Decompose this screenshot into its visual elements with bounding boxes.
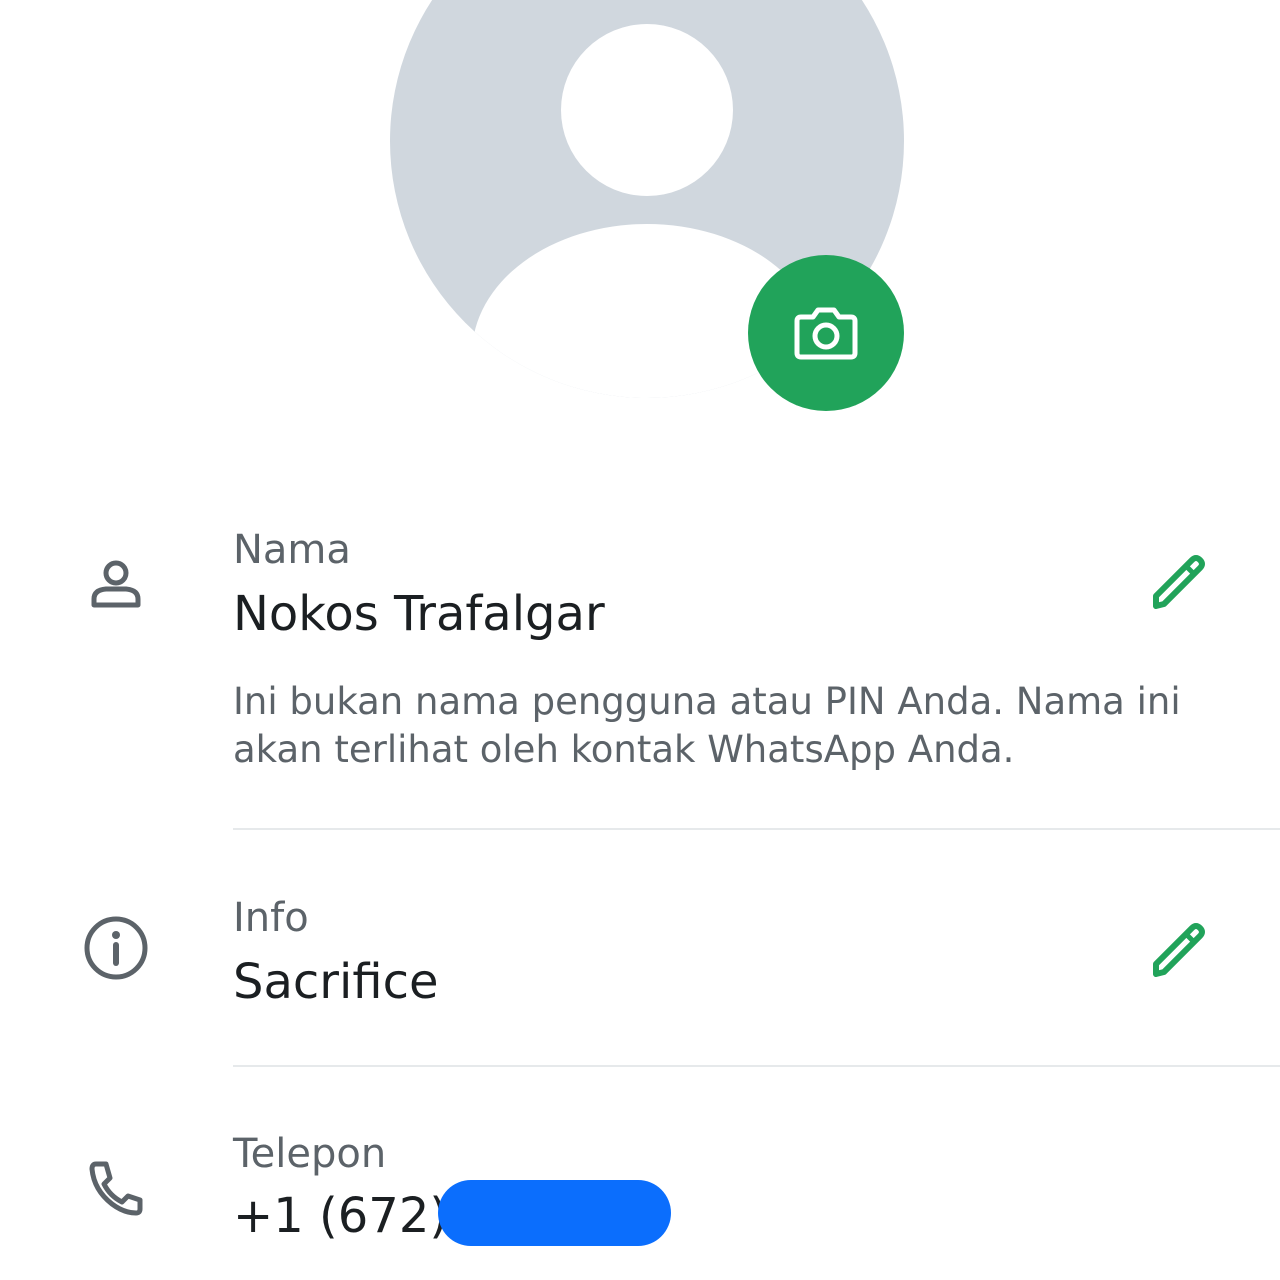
phone-label: Telepon [233,1131,387,1177]
pencil-icon [1153,923,1205,977]
redaction-mark [438,1180,671,1246]
phone-value: +1 (672) [233,1188,449,1244]
info-icon [78,910,154,986]
divider [233,1065,1280,1067]
change-photo-button[interactable] [748,255,904,411]
name-value[interactable]: Nokos Trafalgar [233,590,605,638]
info-label: Info [233,895,309,941]
name-label: Nama [233,527,351,573]
profile-screen: Nama Nokos Trafalgar Ini bukan nama peng… [0,0,1280,1280]
edit-name-button[interactable] [1138,542,1216,620]
pencil-icon [1153,555,1205,609]
person-icon [78,545,154,621]
camera-icon [794,307,858,360]
phone-icon [78,1150,154,1226]
info-value[interactable]: Sacrifice [233,958,439,1006]
name-helper-text: Ini bukan nama pengguna atau PIN Anda. N… [233,680,1181,771]
edit-info-button[interactable] [1138,910,1216,988]
divider [233,828,1280,830]
